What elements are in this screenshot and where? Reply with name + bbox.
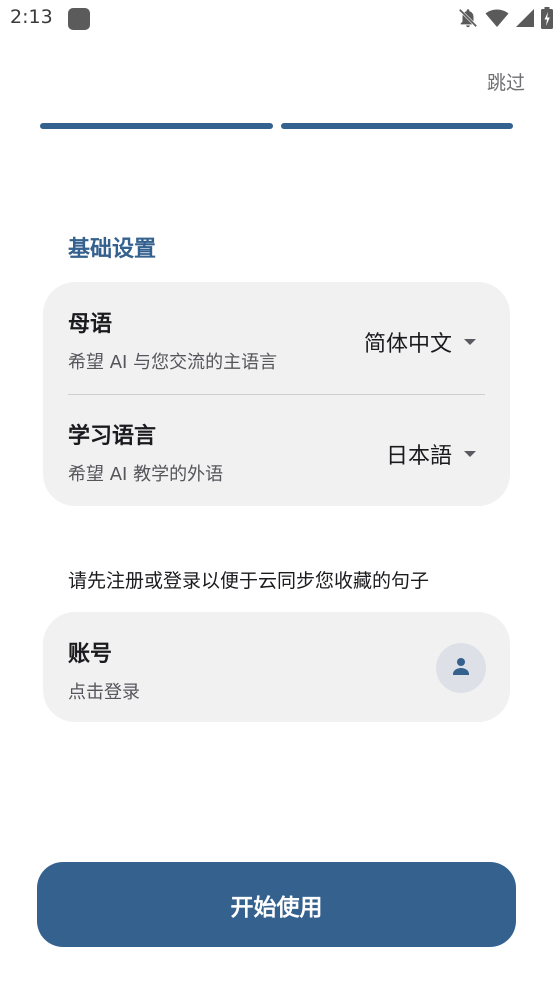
notifications-off-icon <box>457 7 479 29</box>
account-title: 账号 <box>68 642 113 667</box>
battery-icon <box>541 7 553 29</box>
status-time: 2:13 <box>10 6 53 28</box>
progress-step-2 <box>280 123 513 129</box>
chevron-down-icon <box>464 451 476 457</box>
account-hint: 请先注册或登录以便于云同步您收藏的句子 <box>68 570 430 592</box>
chevron-down-icon <box>464 339 476 345</box>
learning-language-dropdown[interactable]: 日本語 <box>386 438 476 470</box>
app-notification-icon <box>68 8 90 30</box>
start-button[interactable]: 开始使用 <box>37 862 516 947</box>
status-bar: 2:13 <box>0 0 553 40</box>
native-language-value: 简体中文 <box>363 332 452 357</box>
skip-button[interactable]: 跳过 <box>487 68 525 95</box>
basic-settings-card: 母语 希望 AI 与您交流的主语言 简体中文 学习语言 希望 AI 教学的外语 … <box>43 282 510 506</box>
native-language-row[interactable]: 母语 希望 AI 与您交流的主语言 简体中文 <box>43 282 510 394</box>
section-title: 基础设置 <box>68 237 157 262</box>
onboarding-screen: 2:13 跳过 基础设置 母语 希望 AI 与您交流的主语言 简体中文 学习语言… <box>0 0 553 984</box>
native-language-title: 母语 <box>68 312 113 337</box>
progress-step-1 <box>40 123 273 129</box>
native-language-dropdown[interactable]: 简体中文 <box>364 326 476 358</box>
learning-language-subtitle: 希望 AI 教学的外语 <box>68 464 224 485</box>
status-icons <box>457 6 553 30</box>
account-subtitle: 点击登录 <box>68 682 140 703</box>
account-card[interactable]: 账号 点击登录 <box>43 612 510 722</box>
learning-language-row[interactable]: 学习语言 希望 AI 教学的外语 日本語 <box>43 394 510 506</box>
progress-indicator <box>40 123 513 129</box>
signal-icon <box>515 8 535 28</box>
native-language-subtitle: 希望 AI 与您交流的主语言 <box>68 352 278 373</box>
avatar[interactable] <box>436 643 486 693</box>
wifi-icon <box>485 8 509 28</box>
person-icon <box>449 654 473 682</box>
learning-language-value: 日本語 <box>385 444 452 469</box>
learning-language-title: 学习语言 <box>68 424 157 449</box>
